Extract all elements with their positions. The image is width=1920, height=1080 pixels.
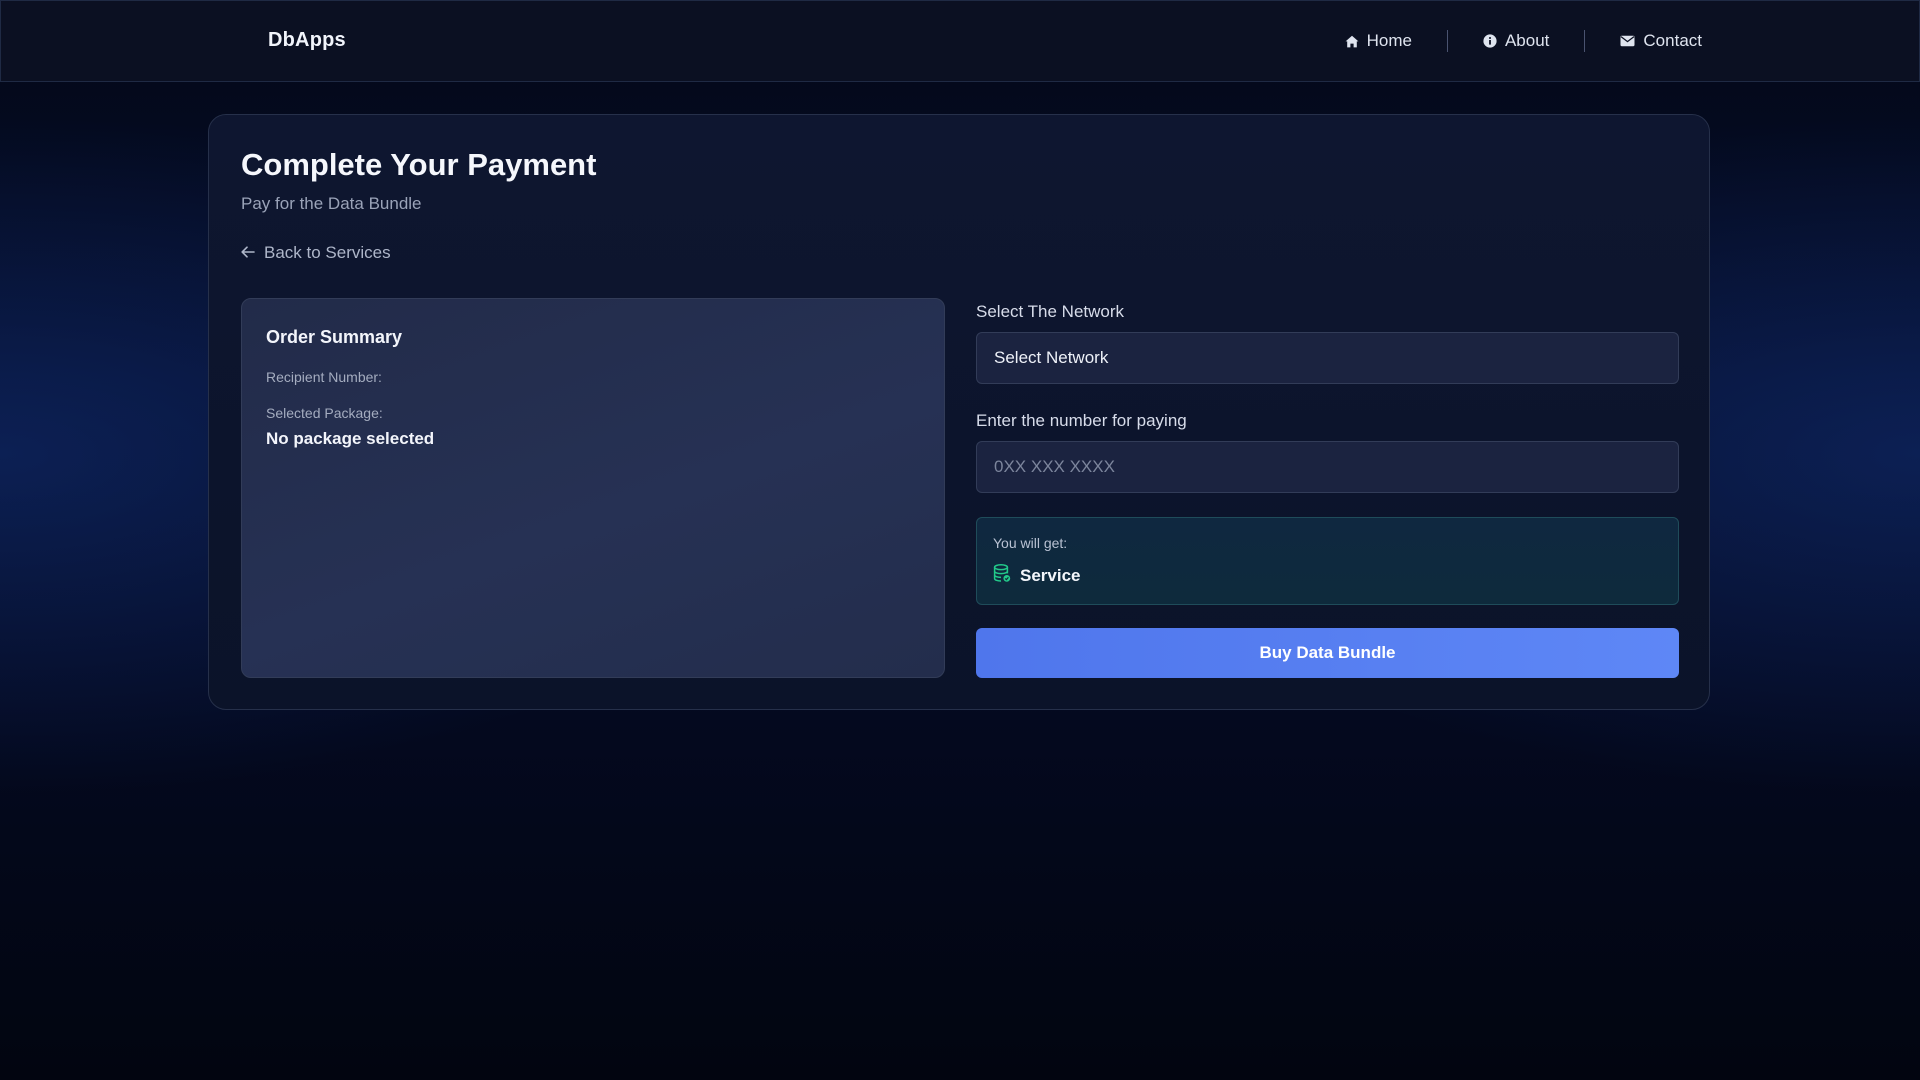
nav-link-contact[interactable]: Contact — [1618, 31, 1704, 51]
service-label: Service — [1020, 566, 1081, 585]
info-icon — [1483, 34, 1497, 48]
network-select-label: Select The Network — [976, 302, 1125, 321]
arrow-left-icon — [241, 243, 255, 263]
back-to-services-link[interactable]: Back to Services — [241, 243, 391, 263]
network-select[interactable]: Select Network — [976, 332, 1679, 384]
nav-link-label: About — [1504, 31, 1550, 50]
nav-links: Home About Contact — [1343, 1, 1704, 81]
you-will-get-panel: You will get: Service — [976, 517, 1679, 605]
you-will-get-label: You will get: — [993, 535, 1068, 551]
network-select-value: Select Network — [994, 348, 1109, 367]
payment-card: Complete Your Payment Pay for the Data B… — [208, 114, 1710, 710]
service-row: Service — [993, 564, 1081, 588]
nav-link-about[interactable]: About — [1481, 31, 1551, 51]
order-summary-panel: Order Summary Recipient Number: Selected… — [241, 298, 945, 678]
recipient-number-label: Recipient Number: — [266, 369, 382, 385]
page-subtitle: Pay for the Data Bundle — [241, 194, 422, 213]
nav-divider — [1446, 30, 1448, 52]
nav-divider — [1584, 30, 1586, 52]
page-title: Complete Your Payment — [241, 147, 597, 182]
selected-package-label: Selected Package: — [266, 405, 383, 421]
navbar: DbApps Home About Contact — [0, 0, 1920, 82]
envelope-icon — [1620, 35, 1635, 47]
paying-number-label: Enter the number for paying — [976, 411, 1187, 430]
nav-link-label: Contact — [1643, 31, 1702, 50]
selected-package-value: No package selected — [266, 429, 435, 448]
order-summary-title: Order Summary — [266, 327, 403, 347]
back-link-label: Back to Services — [264, 243, 391, 262]
paying-number-input[interactable] — [976, 441, 1679, 493]
home-icon — [1345, 35, 1359, 48]
buy-data-bundle-button[interactable]: Buy Data Bundle — [976, 628, 1679, 678]
database-icon — [993, 564, 1011, 588]
brand-logo[interactable]: DbApps — [268, 29, 346, 52]
nav-link-label: Home — [1366, 31, 1412, 50]
nav-link-home[interactable]: Home — [1343, 31, 1414, 51]
